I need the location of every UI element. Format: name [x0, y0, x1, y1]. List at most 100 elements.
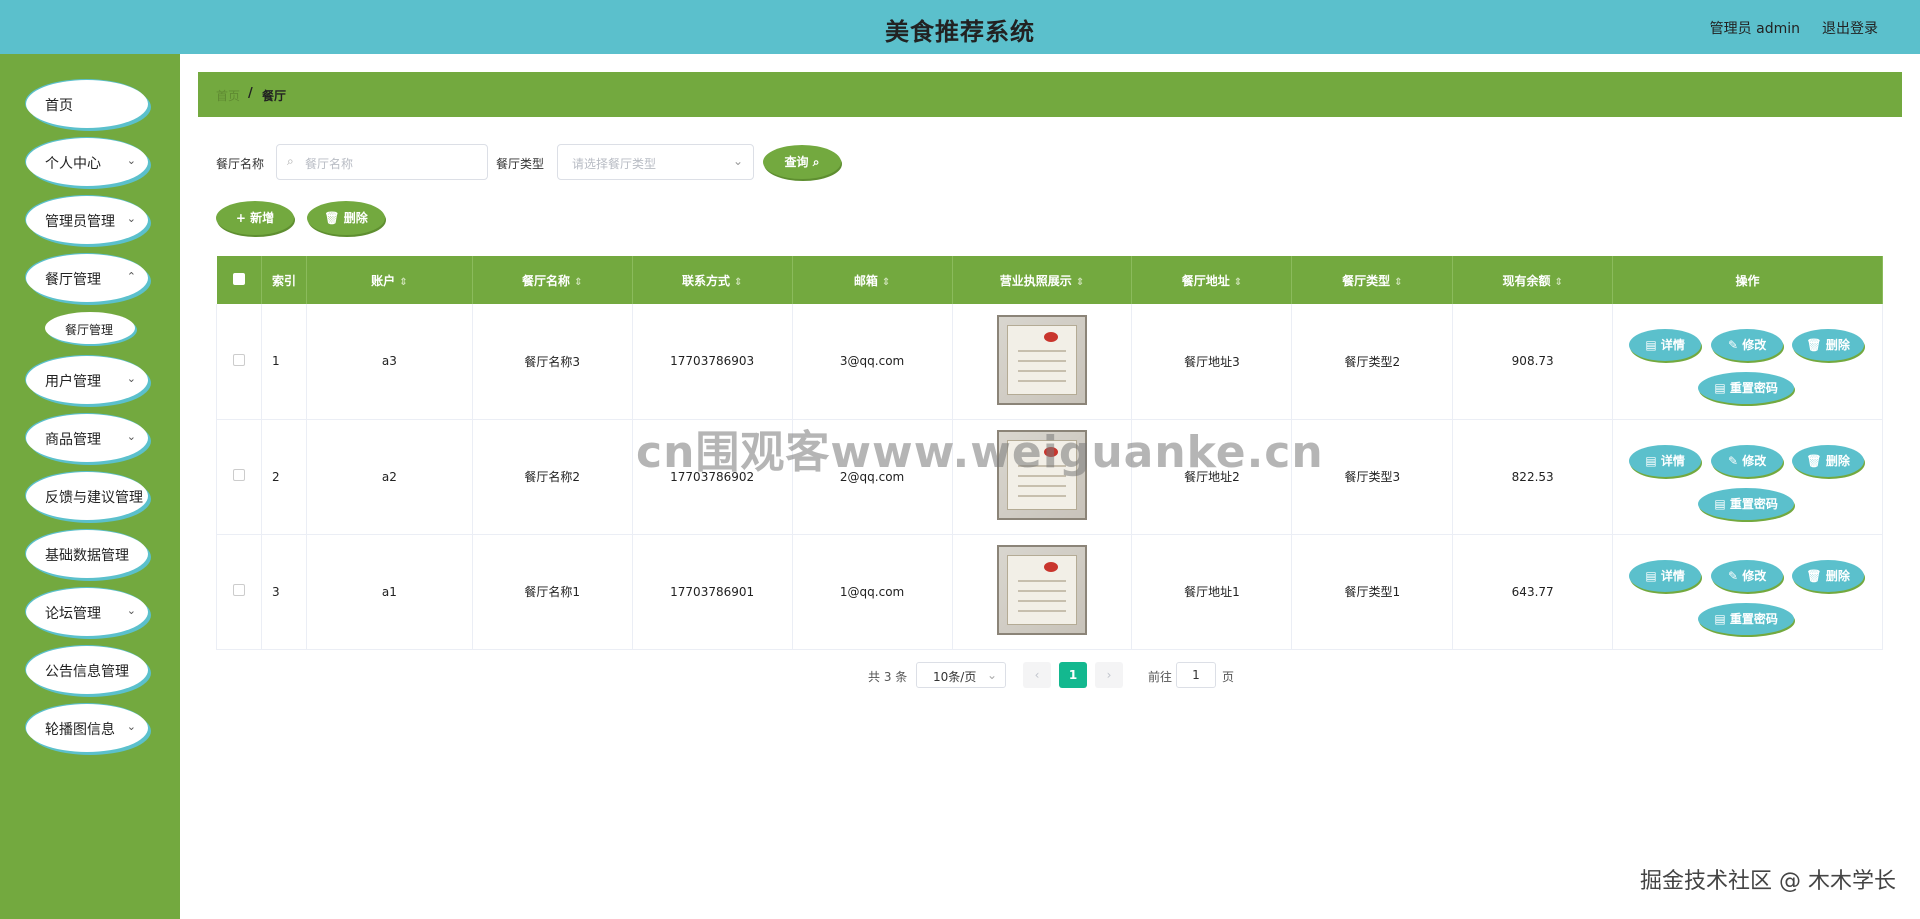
page-size-select[interactable]: 10条/页 ⌄ [916, 662, 1006, 688]
row-delete-button[interactable]: 🗑 删除 [1792, 559, 1865, 592]
sort-icon: ⇕ [1554, 276, 1563, 288]
row-delete-button[interactable]: 🗑 删除 [1792, 444, 1865, 477]
cell-email: 1@qq.com [792, 534, 953, 650]
sidebar-item-products[interactable]: 商品管理 ⌄ [26, 414, 148, 462]
select-placeholder: 请选择餐厅类型 [572, 157, 657, 171]
sidebar-item-admins[interactable]: 管理员管理 ⌄ [26, 196, 148, 244]
prev-page-button[interactable]: ‹ [1023, 662, 1051, 688]
reset-password-button[interactable]: ▤ 重置密码 [1698, 487, 1795, 520]
query-button[interactable]: 查询 ⌕ [763, 145, 841, 179]
col-name[interactable]: 餐厅名称 ⇕ [472, 256, 633, 304]
chevron-down-icon: ⌄ [732, 154, 743, 168]
cell-phone: 17703786901 [632, 534, 793, 650]
col-phone[interactable]: 联系方式 ⇕ [632, 256, 793, 304]
cell-account: a1 [306, 534, 473, 650]
cell-type: 餐厅类型2 [1291, 304, 1454, 420]
sidebar-item-forum[interactable]: 论坛管理 ⌄ [26, 588, 148, 636]
sidebar-item-label: 餐厅管理 [45, 272, 101, 288]
sidebar-item-label: 个人中心 [45, 156, 101, 172]
sort-icon: ⇕ [574, 276, 583, 288]
chevron-down-icon: ⌄ [126, 372, 136, 385]
sidebar-item-label: 管理员管理 [45, 214, 115, 230]
table-row: 1 a3 餐厅名称3 17703786903 3@qq.com 餐厅地址3 餐厅… [216, 304, 1883, 420]
page-size-value: 10条/页 [933, 670, 977, 684]
row-delete-button[interactable]: 🗑 删除 [1792, 329, 1865, 362]
admin-user-label: 管理员 admin [1709, 21, 1800, 37]
page-number-1[interactable]: 1 [1059, 662, 1087, 688]
cell-license [952, 304, 1133, 420]
sidebar-subitem-restaurant-manage[interactable]: 餐厅管理 [45, 312, 135, 344]
next-page-button[interactable]: › [1095, 662, 1123, 688]
col-address[interactable]: 餐厅地址 ⇕ [1131, 256, 1293, 304]
add-button[interactable]: + 新增 [216, 201, 294, 235]
breadcrumb: 首页 / 餐厅 [198, 72, 1902, 117]
cell-actions: ▤ 详情 ✎ 修改 🗑 删除 ▤ 重置密码 [1612, 419, 1883, 535]
cell-balance: 822.53 [1452, 419, 1614, 535]
delete-button[interactable]: 🗑 删除 [307, 201, 385, 235]
cell-balance: 908.73 [1452, 304, 1614, 420]
license-image[interactable] [997, 314, 1087, 405]
select-all-checkbox[interactable] [232, 272, 245, 285]
input-placeholder: 餐厅名称 [305, 157, 354, 171]
reset-password-button[interactable]: ▤ 重置密码 [1698, 602, 1795, 635]
edit-button[interactable]: ✎ 修改 [1711, 444, 1784, 477]
breadcrumb-separator: / [248, 86, 253, 101]
cell-name: 餐厅名称1 [472, 534, 633, 650]
table-header-row: 索引 账户 ⇕ 餐厅名称 ⇕ 联系方式 ⇕ 邮箱 ⇕ 营业执照展示 ⇕ 餐厅地址 ⇕ 餐厅类… [216, 256, 1883, 304]
sidebar-item-label: 首页 [45, 98, 73, 114]
edit-button[interactable]: ✎ 修改 [1711, 559, 1784, 592]
sidebar-item-label: 论坛管理 [45, 606, 101, 622]
col-balance[interactable]: 现有余额 ⇕ [1452, 256, 1614, 304]
watermark-text: cn围观客www.weiguanke.cn [636, 427, 1324, 478]
detail-button[interactable]: ▤ 详情 [1629, 559, 1702, 592]
breadcrumb-current: 餐厅 [262, 89, 287, 103]
col-email[interactable]: 邮箱 ⇕ [792, 256, 953, 304]
goto-page-input[interactable]: 1 [1176, 662, 1216, 688]
cell-address: 餐厅地址3 [1131, 304, 1293, 420]
detail-button[interactable]: ▤ 详情 [1629, 329, 1702, 362]
cell-index: 3 [261, 534, 307, 650]
restaurant-type-select[interactable]: 请选择餐厅类型 ⌄ [557, 144, 754, 180]
license-image[interactable] [997, 545, 1087, 635]
cell-phone: 17703786903 [632, 304, 793, 420]
select-all-cell[interactable] [216, 256, 262, 304]
sidebar-item-notices[interactable]: 公告信息管理 [26, 646, 148, 694]
sidebar-item-basedata[interactable]: 基础数据管理 [26, 530, 148, 578]
col-index: 索引 [261, 256, 307, 304]
search-icon: ⌕ [287, 154, 294, 168]
row-select-cell[interactable] [216, 304, 262, 420]
cell-license [952, 534, 1133, 650]
breadcrumb-home[interactable]: 首页 [216, 87, 240, 104]
row-select-cell[interactable] [216, 419, 262, 535]
edit-button[interactable]: ✎ 修改 [1711, 329, 1784, 362]
row-select-cell[interactable] [216, 534, 262, 650]
logout-link[interactable]: 退出登录 [1822, 18, 1878, 38]
app-title: 美食推荐系统 [885, 18, 1035, 46]
row-checkbox[interactable] [232, 353, 245, 366]
sort-icon: ⇕ [1075, 276, 1085, 288]
detail-button[interactable]: ▤ 详情 [1629, 444, 1702, 477]
chevron-down-icon: ⌄ [986, 668, 997, 682]
reset-password-button[interactable]: ▤ 重置密码 [1698, 372, 1795, 405]
sidebar-item-home[interactable]: 首页 [26, 80, 148, 128]
sidebar-item-restaurants[interactable]: 餐厅管理 ⌃ [26, 254, 148, 302]
sidebar-item-users[interactable]: 用户管理 ⌄ [26, 356, 148, 404]
col-license[interactable]: 营业执照展示 ⇕ [952, 256, 1133, 304]
restaurant-name-input[interactable]: ⌕ 餐厅名称 [276, 144, 488, 180]
cell-name: 餐厅名称2 [472, 419, 633, 535]
col-type[interactable]: 餐厅类型 ⇕ [1291, 256, 1454, 304]
goto-suffix: 页 [1222, 670, 1235, 684]
cell-account: a3 [306, 304, 473, 420]
col-account[interactable]: 账户 ⇕ [306, 256, 473, 304]
restaurant-type-label: 餐厅类型 [496, 157, 545, 171]
sidebar-item-feedback[interactable]: 反馈与建议管理 [26, 472, 148, 520]
sidebar-item-profile[interactable]: 个人中心 ⌄ [26, 138, 148, 186]
sidebar-item-label: 公告信息管理 [45, 664, 129, 680]
sort-icon: ⇕ [1394, 276, 1403, 288]
chevron-down-icon: ⌄ [126, 720, 136, 733]
row-checkbox[interactable] [232, 584, 245, 596]
cell-account: a2 [306, 419, 473, 535]
sidebar-item-carousel[interactable]: 轮播图信息 ⌄ [26, 704, 148, 752]
sidebar-item-label: 基础数据管理 [45, 548, 129, 564]
row-checkbox[interactable] [232, 469, 245, 481]
